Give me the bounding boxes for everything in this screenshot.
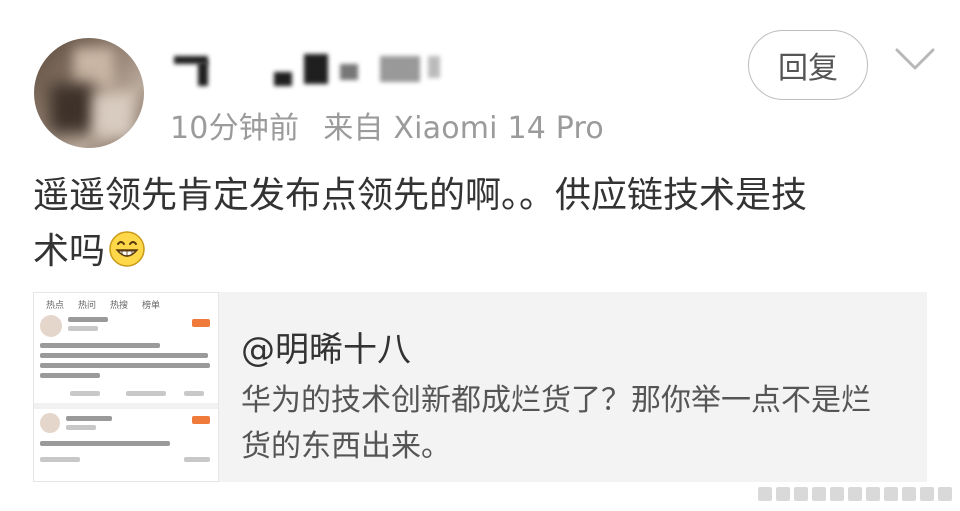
quoted-text: 华为的技术创新都成烂货了？那你举一点不是烂 货的东西出来。	[241, 378, 921, 470]
post-source: 来自 Xiaomi 14 Pro	[323, 111, 604, 146]
username-redacted[interactable]	[170, 44, 460, 86]
quoted-post-thumbnail[interactable]: 热点 热问 热搜 榜单	[33, 292, 219, 482]
thumbnail-tab: 热问	[78, 301, 97, 311]
chevron-down-icon[interactable]	[893, 44, 937, 74]
reply-button[interactable]: 回复	[748, 30, 868, 100]
quoted-post-card[interactable]: 热点 热问 热搜 榜单 @明晞十八 华为的技术创新都成烂货了？那你举一点不是烂 …	[33, 292, 927, 482]
post-content-line-2: 术吗	[33, 224, 923, 280]
thumbnail-tab: 榜单	[142, 301, 161, 311]
grin-emoji-icon	[107, 229, 147, 269]
post-content-line-2-text: 术吗	[33, 231, 106, 272]
avatar[interactable]	[34, 38, 144, 148]
quoted-text-line-1: 华为的技术创新都成烂货了？那你举一点不是烂	[241, 383, 871, 418]
quoted-text-line-2: 货的东西出来。	[241, 429, 451, 464]
post-content-line-1: 遥遥领先肯定发布点领先的啊。。供应链技术是技	[33, 175, 808, 216]
watermark	[758, 484, 953, 504]
post-meta: 10分钟前 来自 Xiaomi 14 Pro	[170, 103, 604, 147]
thumbnail-tab: 热点	[46, 301, 65, 311]
quoted-author[interactable]: @明晞十八	[241, 322, 411, 371]
thumbnail-tab: 热搜	[110, 301, 129, 311]
thumbnail-avatar	[40, 413, 60, 433]
post-time: 10分钟前	[170, 111, 300, 146]
thumbnail-avatar	[40, 315, 62, 337]
post-content: 遥遥领先肯定发布点领先的啊。。供应链技术是技 术吗	[33, 168, 923, 280]
reply-button-label: 回复	[778, 51, 838, 86]
thumbnail-tabs: 热点 热问 热搜 榜单	[34, 293, 218, 311]
